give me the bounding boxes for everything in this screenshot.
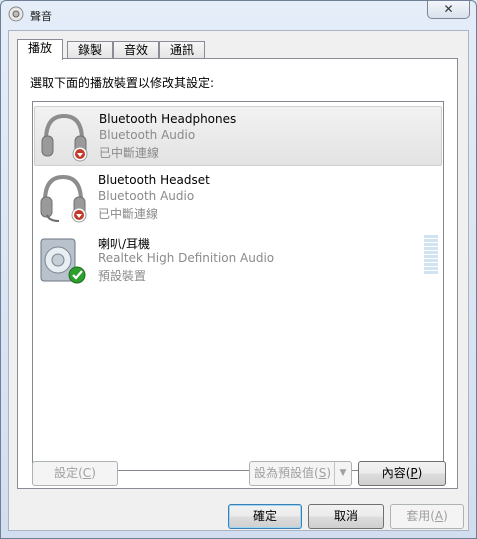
configure-label: 設定( [54,466,83,480]
chevron-down-icon[interactable]: ▼ [334,462,351,485]
ok-button[interactable]: 確定 [228,504,302,529]
sound-dialog: 聲音 ✕ 播放 錄製 音效 通訊 選取下面的播放裝置以修改其設定: Blueto… [0,0,477,539]
close-icon: ✕ [443,2,454,16]
device-status: 預設裝置 [98,269,147,283]
tab-sounds[interactable]: 音效 [113,41,159,59]
tab-playback[interactable]: 播放 [17,39,63,60]
device-description: Realtek High Definition Audio [98,251,275,265]
device-item-bluetooth-headset[interactable]: Bluetooth Headset Bluetooth Audio 已中斷連線 [34,168,442,228]
device-item-bluetooth-headphones[interactable]: Bluetooth Headphones Bluetooth Audio 已中斷… [34,106,442,166]
tab-recording-label: 錄製 [77,43,102,57]
configure-suffix: ) [91,466,96,480]
configure-accesskey: C [82,466,92,480]
apply-button[interactable]: 套用(A) [390,504,464,529]
apply-label: 套用( [406,509,435,523]
speaker-icon [40,238,86,284]
properties-suffix: ) [417,466,423,480]
device-name: 喇叭/耳機 [98,237,151,251]
instruction-text: 選取下面的播放裝置以修改其設定: [30,76,215,90]
properties-label: 內容( [381,466,411,480]
sound-icon [8,6,24,22]
properties-accesskey: P [410,466,418,480]
cancel-button[interactable]: 取消 [308,504,384,529]
device-name: Bluetooth Headphones [99,112,237,126]
disconnected-badge [72,146,88,162]
device-list[interactable]: Bluetooth Headphones Bluetooth Audio 已中斷… [32,101,444,471]
tab-recording[interactable]: 錄製 [67,41,113,59]
tab-playback-label: 播放 [27,41,52,55]
apply-suffix: ) [443,509,448,523]
device-description: Bluetooth Audio [98,189,195,203]
device-status: 已中斷連線 [98,207,159,221]
device-description: Bluetooth Audio [99,128,196,142]
title-bar[interactable]: 聲音 ✕ [1,1,476,29]
close-button[interactable]: ✕ [427,1,470,19]
set-default-suffix: ) [326,466,331,480]
apply-accesskey: A [434,509,444,523]
volume-level-meter [424,235,438,275]
disconnected-badge [71,207,87,223]
tab-communications-label: 通訊 [169,43,194,57]
device-item-speakers[interactable]: 喇叭/耳機 Realtek High Definition Audio 預設裝置 [34,230,442,290]
headphones-icon [41,113,88,162]
tab-communications[interactable]: 通訊 [159,41,205,59]
window-title: 聲音 [30,10,52,23]
set-default-label: 設為預設值( [254,466,319,480]
playback-page: 選取下面的播放裝置以修改其設定: Bluetooth Headphones Bl… [17,58,458,489]
set-default-button[interactable]: 設為預設值(S) ▼ [249,461,352,486]
headset-icon [40,174,87,223]
dialog-client: 播放 錄製 音效 通訊 選取下面的播放裝置以修改其設定: Bluetooth H… [8,30,469,531]
device-status: 已中斷連線 [99,146,160,160]
tab-sounds-label: 音效 [123,43,148,57]
configure-button[interactable]: 設定(C) [32,461,118,486]
default-check-badge [68,266,86,284]
device-name: Bluetooth Headset [98,173,210,187]
properties-button[interactable]: 內容(P) [358,461,446,486]
